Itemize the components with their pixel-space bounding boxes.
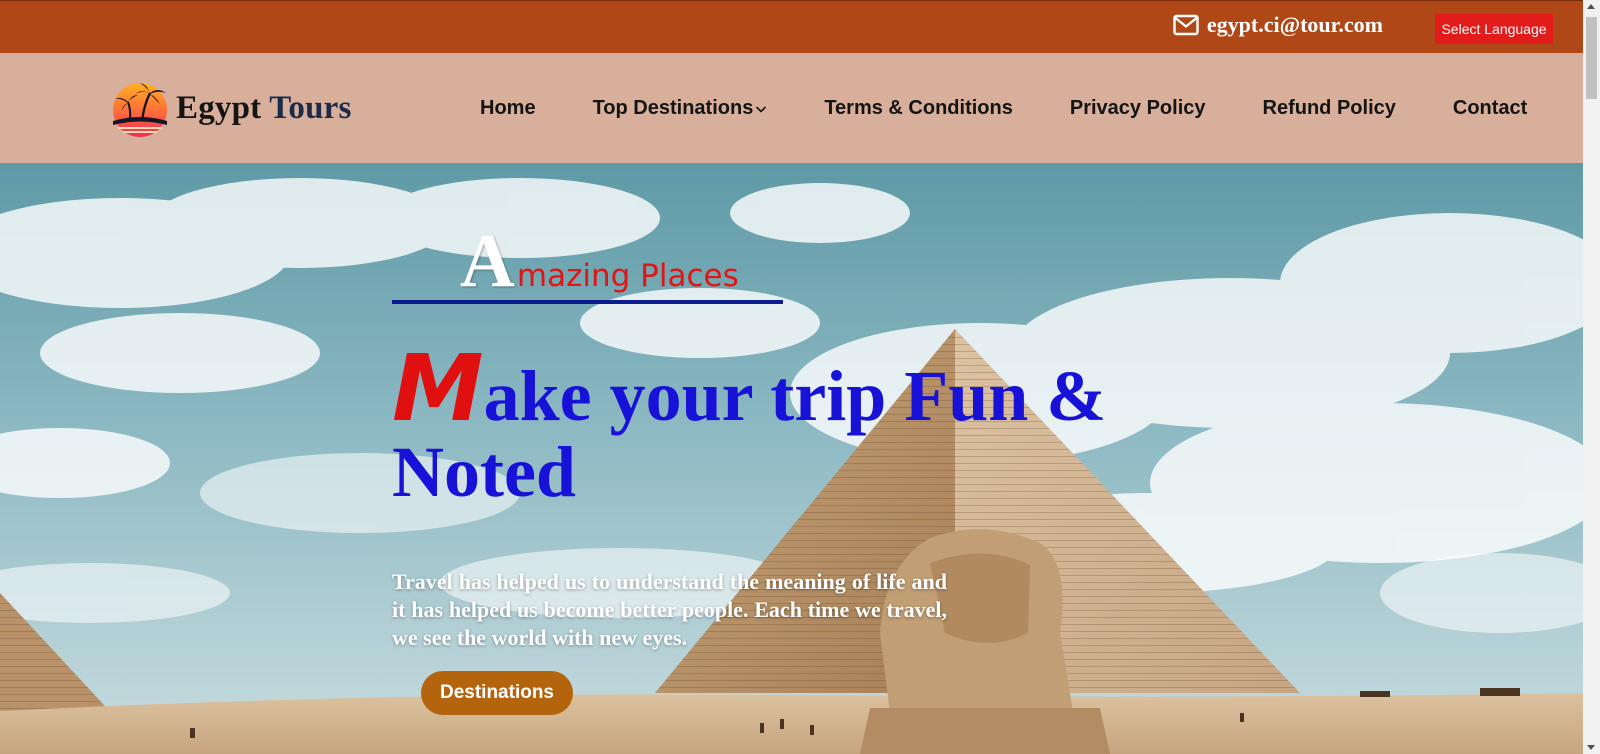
headline-text: ake your trip Fun & Noted (392, 356, 1107, 512)
palm-sunset-icon (113, 83, 167, 137)
nav-item-label: Home (480, 97, 536, 119)
hero-eyebrow: A mazing Places (460, 223, 739, 299)
nav-item-top-destinations[interactable]: Top Destinations (593, 97, 768, 120)
nav-item-label: Top Destinations (592, 97, 754, 119)
eyebrow-text: mazing Places (516, 258, 739, 294)
contact-email[interactable]: egypt.ci@tour.com (1173, 12, 1383, 38)
scroll-up-arrow-icon[interactable] (1587, 4, 1595, 9)
nav-item-contact[interactable]: Contact (1453, 97, 1527, 120)
nav-item-home[interactable]: Home (480, 97, 536, 120)
vertical-scrollbar[interactable] (1583, 0, 1600, 754)
nav-item-refund-policy[interactable]: Refund Policy (1263, 97, 1396, 120)
destinations-button[interactable]: Destinations (421, 671, 573, 715)
brand-logo[interactable]: Egypt Tours (110, 77, 352, 139)
top-bar: egypt.ci@tour.com Select Language (0, 0, 1583, 53)
nav-item-label: Refund Policy (1262, 97, 1396, 119)
nav-item-label: Terms & Conditions (824, 97, 1013, 119)
nav-item-privacy-policy[interactable]: Privacy Policy (1070, 97, 1206, 120)
chevron-down-icon (756, 105, 767, 113)
main-navbar: Egypt Tours Home Top Destinations Terms … (0, 53, 1583, 163)
scroll-down-arrow-icon[interactable] (1587, 745, 1595, 750)
eyebrow-initial: A (460, 219, 515, 303)
nav-menu: Home Top Destinations Terms & Conditions… (480, 97, 1527, 120)
nav-item-terms-conditions[interactable]: Terms & Conditions (824, 97, 1013, 120)
envelope-icon (1173, 14, 1199, 36)
brand-name-part2: Tours (261, 89, 352, 126)
headline-initial: M (392, 335, 484, 442)
email-text: egypt.ci@tour.com (1206, 12, 1383, 37)
eyebrow-underline (392, 300, 783, 304)
brand-name: Egypt Tours (176, 90, 352, 127)
page: egypt.ci@tour.com Select Language Egypt … (0, 0, 1583, 754)
hero-headline: Make your trip Fun & Noted (392, 343, 1232, 512)
scrollbar-thumb[interactable] (1586, 17, 1597, 99)
select-language-button[interactable]: Select Language (1435, 14, 1553, 44)
nav-item-label: Contact (1452, 97, 1528, 119)
hero-banner: A mazing Places Make your trip Fun & Not… (0, 163, 1583, 754)
nav-item-label: Privacy Policy (1069, 97, 1206, 119)
hero-description: Travel has helped us to understand the m… (392, 569, 947, 650)
brand-name-part1: Egypt (176, 89, 262, 126)
